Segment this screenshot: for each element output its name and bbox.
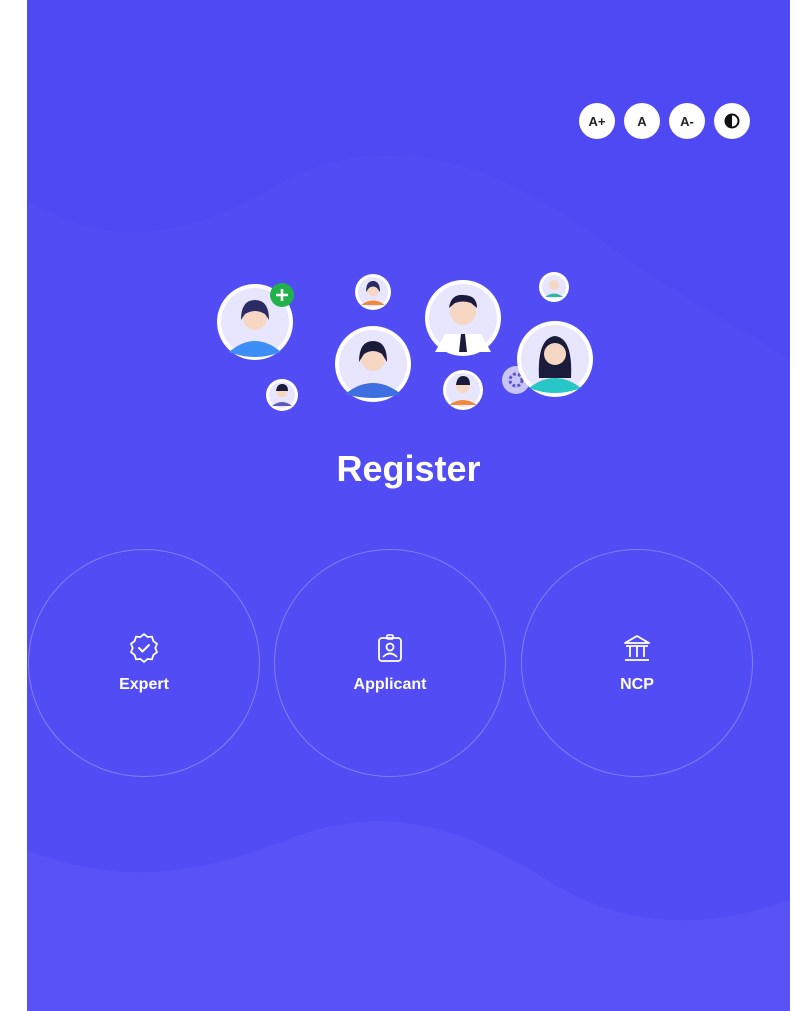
page-title: Register <box>336 448 481 489</box>
ncp-option[interactable]: NCP <box>521 549 753 777</box>
institution-icon <box>624 635 650 661</box>
avatar-small-1 <box>355 274 391 310</box>
accessibility-toolbar: A+ A A- <box>579 103 750 139</box>
applicant-label: Applicant <box>353 676 427 693</box>
badge-check-icon <box>130 633 158 663</box>
applicant-option[interactable]: Applicant <box>274 549 506 777</box>
avatar-man-tie <box>425 280 501 356</box>
avatar-small-4 <box>443 370 483 410</box>
font-default-button[interactable]: A <box>624 103 660 139</box>
font-decrease-button[interactable]: A- <box>669 103 705 139</box>
id-badge-icon <box>378 634 402 662</box>
people-illustration <box>217 272 593 411</box>
register-panel: A+ A A- Register Expert Applicant NCP <box>27 0 790 1011</box>
background-waves <box>27 155 790 1011</box>
expert-label: Expert <box>119 676 169 693</box>
avatar-woman-middle <box>335 326 411 402</box>
contrast-icon <box>724 113 740 129</box>
contrast-toggle-button[interactable] <box>714 103 750 139</box>
avatar-small-3 <box>266 379 298 411</box>
expert-option[interactable]: Expert <box>28 549 260 777</box>
font-increase-button[interactable]: A+ <box>579 103 615 139</box>
avatar-small-2 <box>539 272 569 302</box>
ncp-label: NCP <box>620 676 654 693</box>
avatar-woman-right <box>517 321 593 397</box>
